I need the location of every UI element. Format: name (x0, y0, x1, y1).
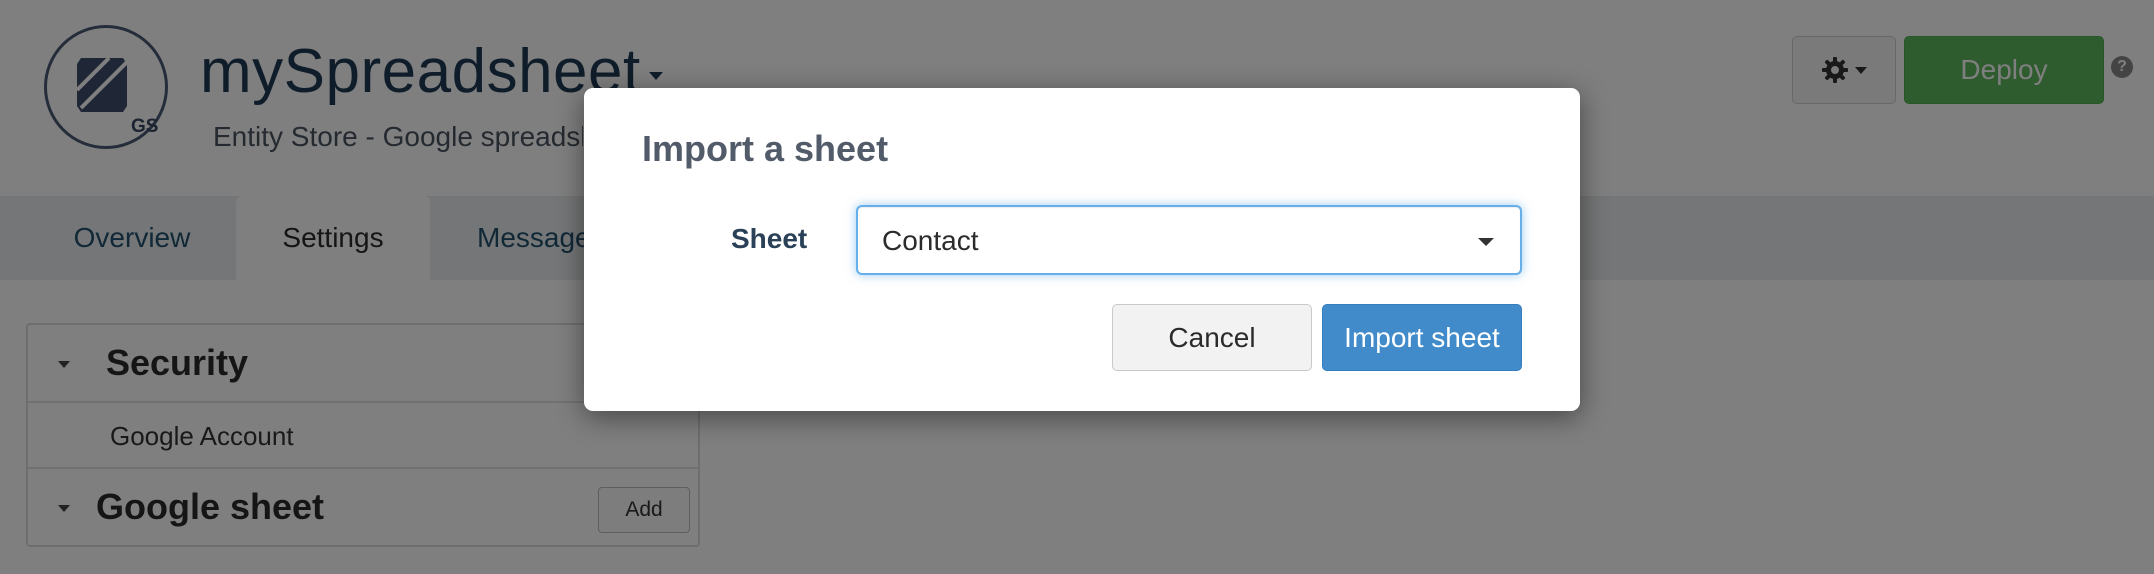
import-sheet-button[interactable]: Import sheet (1322, 304, 1522, 371)
caret-down-icon (1478, 238, 1494, 246)
sheet-select[interactable]: Contact (856, 205, 1522, 275)
sheet-select-value: Contact (882, 225, 979, 256)
dialog-title: Import a sheet (642, 128, 889, 169)
sheet-label: Sheet (731, 223, 808, 254)
cancel-button[interactable]: Cancel (1112, 304, 1312, 371)
import-sheet-dialog: Import a sheet Sheet Contact Cancel Impo… (584, 88, 1580, 411)
